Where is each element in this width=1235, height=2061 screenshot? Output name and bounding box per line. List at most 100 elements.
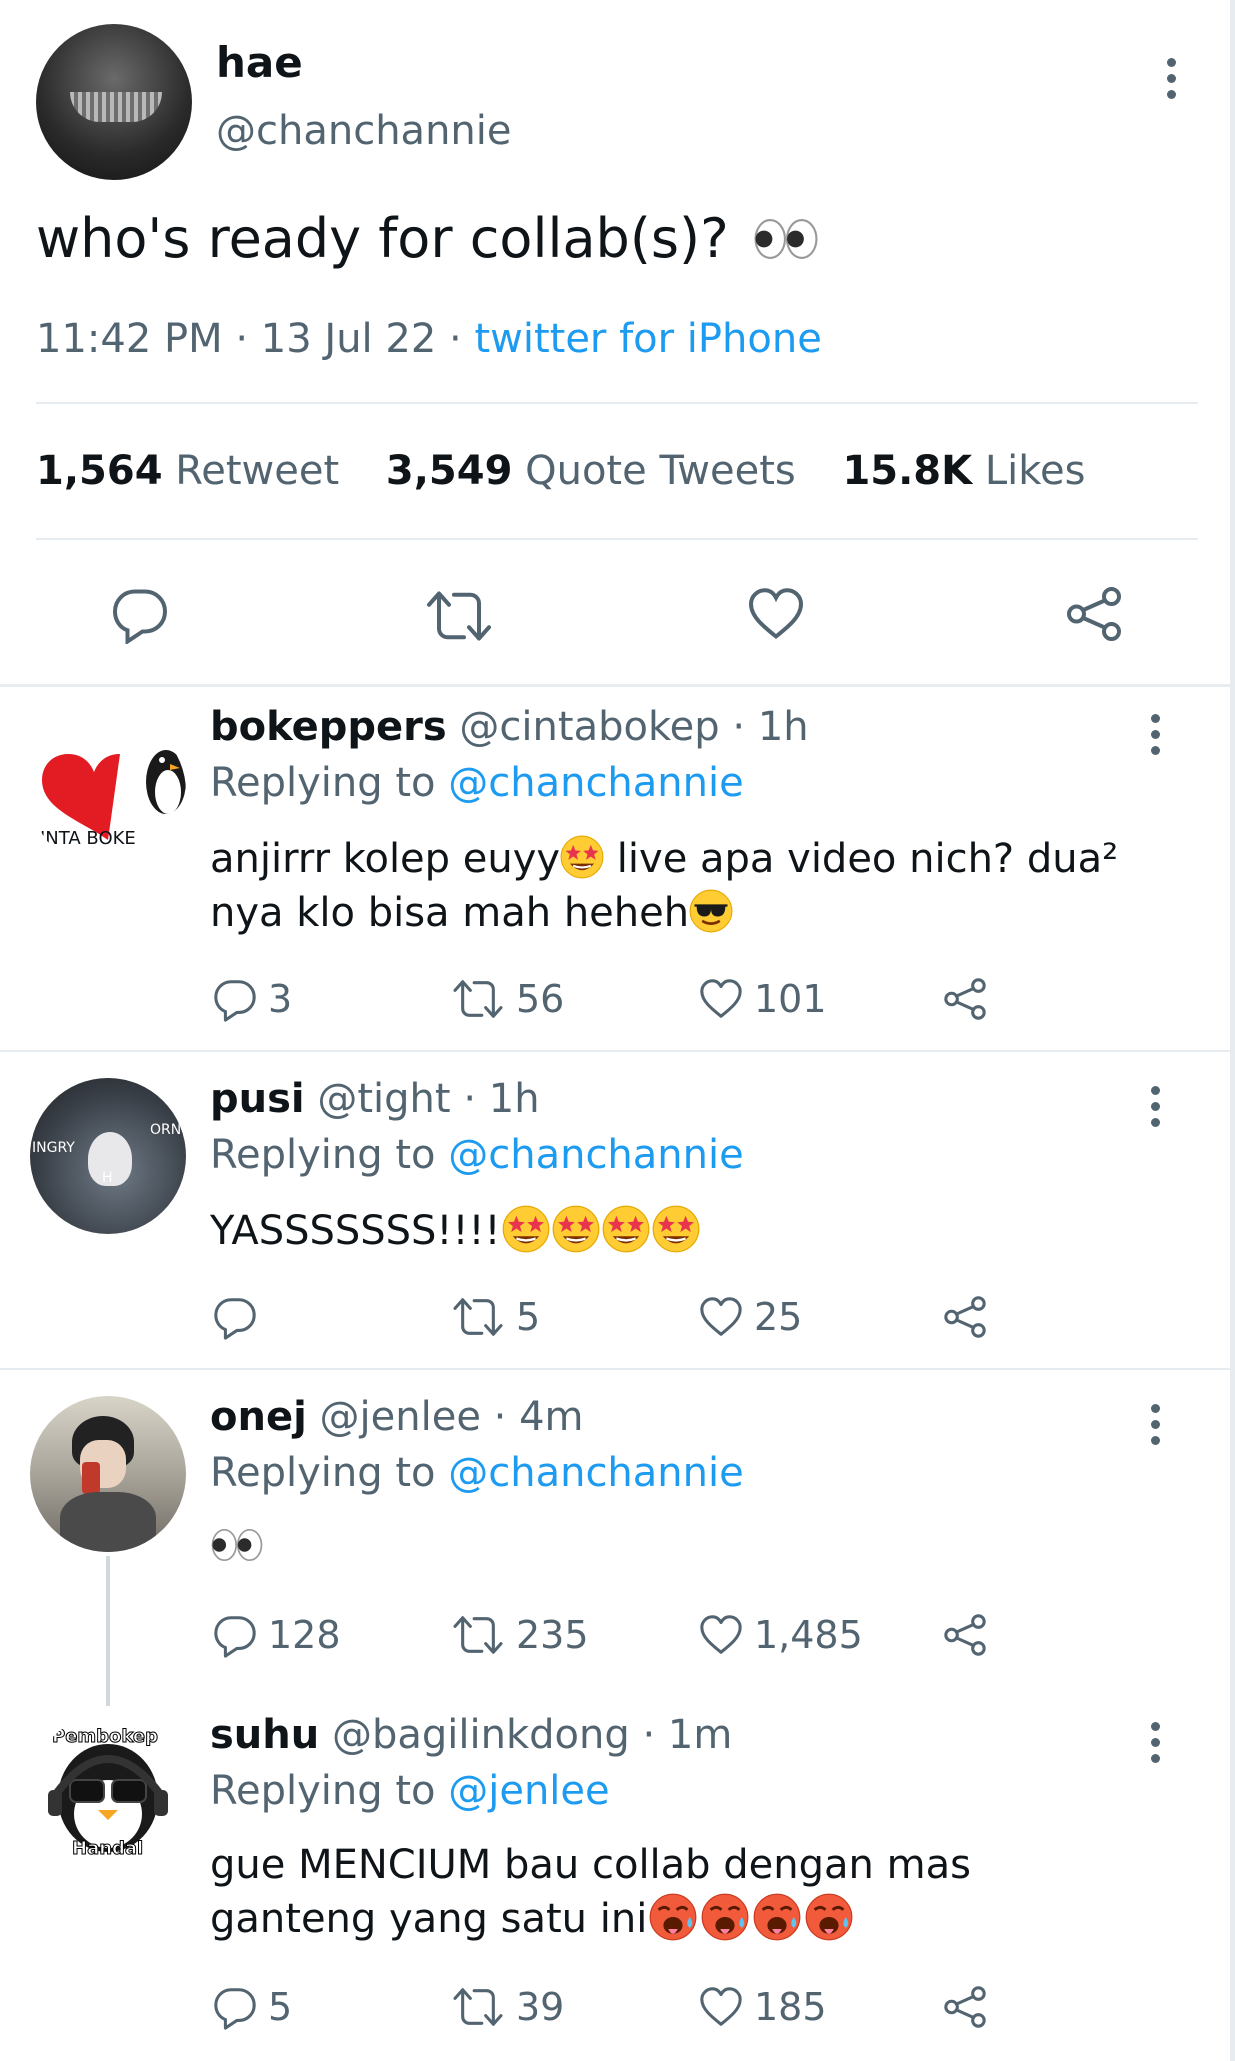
reply-author-name[interactable]: onej [210,1394,307,1440]
share-button[interactable] [942,976,988,1022]
share-button[interactable] [942,1612,988,1658]
retweet-icon [450,1984,506,2030]
reply-text-part: live apa video nich? dua² [604,836,1119,882]
reply-time[interactable]: 1h [758,704,809,750]
star-struck-emoji-icon [560,835,604,879]
replying-to-link[interactable]: @chanchannie [448,1132,744,1178]
reply-author-name[interactable]: pusi [210,1076,305,1122]
likes-count: 15.8K [842,448,973,494]
reply-icon [212,1984,258,2030]
divider [0,1050,1235,1052]
reply-text-part: gue MENCIUM bau collab dengan mas [210,1842,971,1888]
replying-label: Replying to [210,1450,436,1496]
retweets-stat[interactable]: 1,564 Retweet [36,448,339,494]
reply-author-handle[interactable]: @cintabokep [459,704,719,750]
quotes-stat[interactable]: 3,549 Quote Tweets [386,448,796,494]
like-icon [698,1612,744,1658]
replying-to-link[interactable]: @chanchannie [448,1450,744,1496]
reply-author-handle[interactable]: @tight [317,1076,450,1122]
more-options-icon[interactable] [1148,1404,1162,1452]
main-author-avatar[interactable] [36,24,192,180]
retweet-icon[interactable] [424,586,494,646]
reply-avatar[interactable] [30,1396,186,1552]
divider [36,538,1198,540]
reply-author-name[interactable]: bokeppers [210,704,447,750]
main-author-name[interactable]: hae [216,38,303,87]
eyes-emoji-icon [752,218,820,260]
reply-text-part: nya klo bisa mah heheh [210,890,690,936]
reply-author-name[interactable]: suhu [210,1712,319,1758]
reply-author-handle[interactable]: @bagilinkdong [332,1712,630,1758]
reply-button[interactable]: 3 [212,976,292,1022]
like-count: 185 [754,1985,827,2029]
replying-to: Replying to @chanchannie [210,1132,744,1178]
reply-header: onej @jenlee · 4m [210,1394,584,1440]
reply-count: 3 [268,977,293,1021]
reply-time[interactable]: 4m [519,1394,583,1440]
share-icon [942,1984,988,2030]
avatar-caption: INTA BOKE [40,828,136,849]
reply-button[interactable] [212,1294,268,1340]
share-icon[interactable] [1064,584,1124,644]
replying-label: Replying to [210,1768,436,1814]
more-options-icon[interactable] [1164,58,1178,106]
reply-button[interactable]: 5 [212,1984,292,2030]
likes-stat[interactable]: 15.8K Likes [842,448,1085,494]
reply-icon[interactable] [110,584,170,644]
like-count: 101 [754,977,827,1021]
retweet-button[interactable]: 39 [450,1984,564,2030]
retweet-count: 39 [516,1985,565,2029]
avatar-caption: Handal [71,1838,144,1860]
meta-separator: · [449,316,462,362]
reply-time[interactable]: 1m [668,1712,732,1758]
reply-icon [212,976,258,1022]
main-author-handle[interactable]: @chanchannie [216,108,512,154]
retweet-count: 235 [516,1613,589,1657]
reply-text: gue MENCIUM bau collab dengan mas ganten… [210,1838,971,1946]
reply-button[interactable]: 128 [212,1612,341,1658]
reply-header: bokeppers @cintabokep · 1h [210,704,809,750]
thread-connector-line [106,1556,110,1706]
reply-avatar[interactable]: INTA BOKE [30,714,186,870]
replying-to-link[interactable]: @chanchannie [448,760,744,806]
tweet-source-link[interactable]: twitter for iPhone [474,316,821,362]
hot-face-emoji-icon [751,1893,803,1941]
replying-to: Replying to @chanchannie [210,760,744,806]
more-options-icon[interactable] [1148,714,1162,762]
hot-face-emoji-icon [647,1893,699,1941]
main-tweet-text-content: who's ready for collab(s)? [36,207,729,270]
scroll-track[interactable] [1230,0,1235,2061]
like-icon[interactable] [746,584,806,644]
retweet-button[interactable]: 5 [450,1294,540,1340]
like-button[interactable]: 1,485 [698,1612,863,1658]
tweet-meta: 11:42 PM · 13 Jul 22 · twitter for iPhon… [36,316,822,362]
like-button[interactable]: 25 [698,1294,802,1340]
meta-separator: · [642,1712,656,1758]
like-button[interactable]: 185 [698,1984,827,2030]
share-icon [942,1294,988,1340]
like-button[interactable]: 101 [698,976,827,1022]
more-options-icon[interactable] [1148,1086,1162,1134]
reply-avatar[interactable]: Pembokep Handal [30,1714,186,1870]
avatar-caption: Pembokep [52,1726,159,1748]
share-button[interactable] [942,1294,988,1340]
divider [36,402,1198,404]
replying-to-link[interactable]: @jenlee [448,1768,609,1814]
reply-header: suhu @bagilinkdong · 1m [210,1712,732,1758]
share-button[interactable] [942,1984,988,2030]
reply-icon [212,1612,258,1658]
more-options-icon[interactable] [1148,1722,1162,1770]
reply-author-handle[interactable]: @jenlee [320,1394,481,1440]
reply-time[interactable]: 1h [489,1076,540,1122]
retweet-button[interactable]: 56 [450,976,564,1022]
reply-count: 128 [268,1613,341,1657]
retweet-button[interactable]: 235 [450,1612,589,1658]
share-icon [942,1612,988,1658]
retweet-icon [450,976,506,1022]
reply-text-part: anjirrr kolep euyy [210,836,561,882]
replying-label: Replying to [210,1132,436,1178]
reply-avatar[interactable]: INGRY ORN H [30,1078,186,1234]
reply-text: YASSSSSSS!!!! [210,1204,701,1258]
avatar-caption: INGRY [32,1140,75,1156]
sunglasses-emoji-icon [689,889,733,933]
